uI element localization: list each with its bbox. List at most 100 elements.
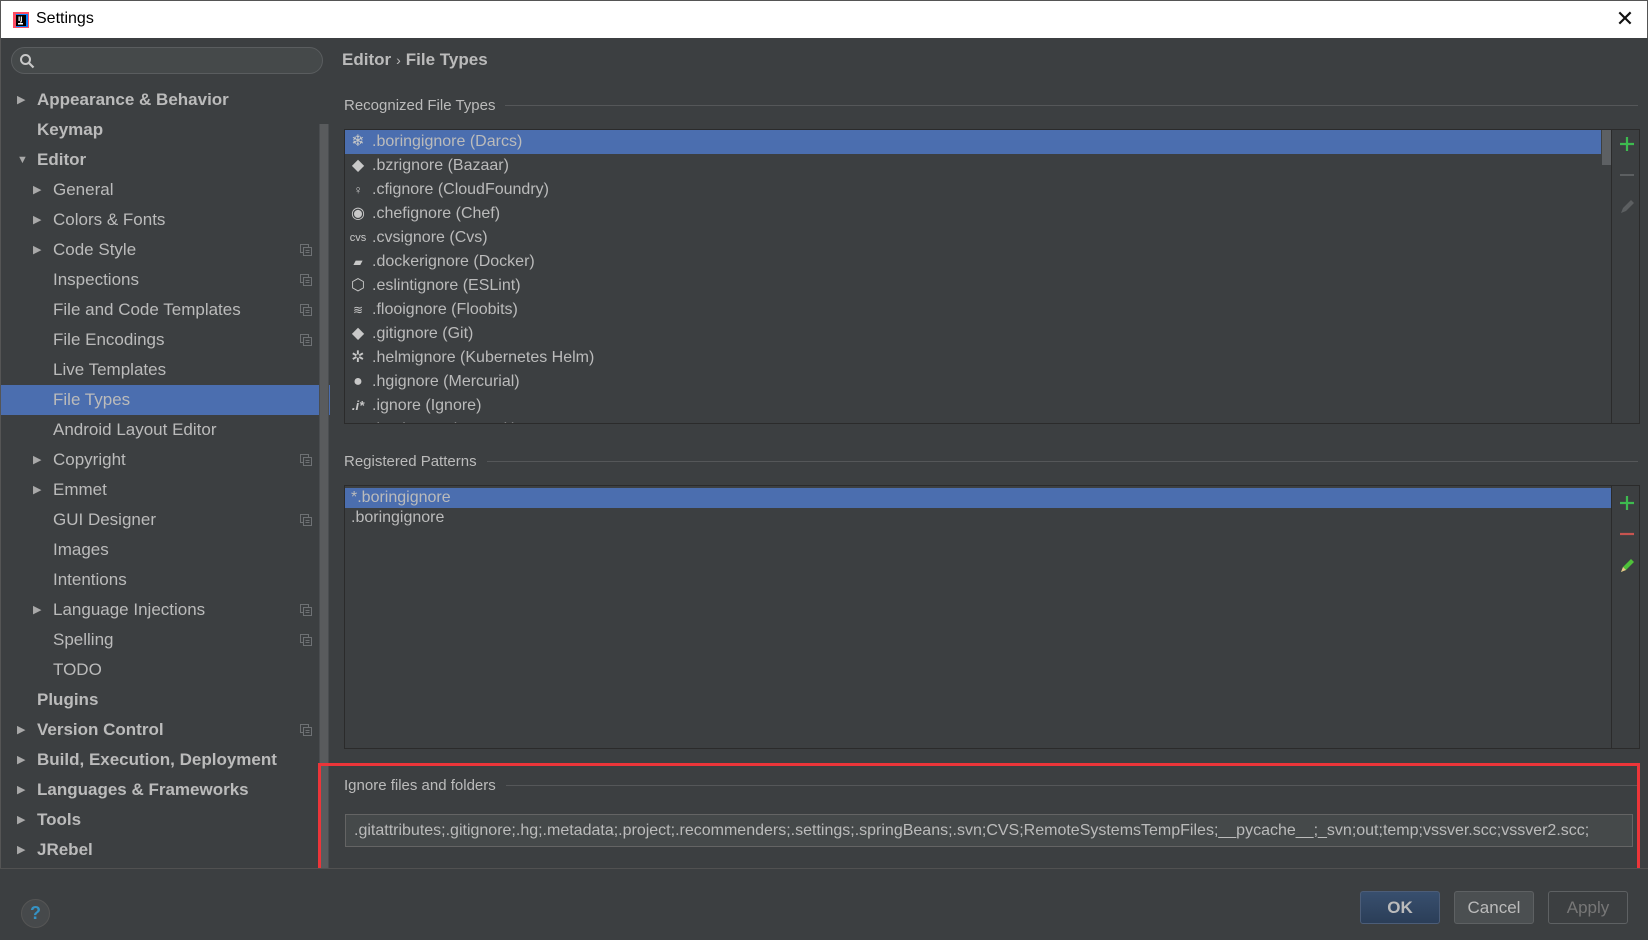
cancel-button[interactable]: Cancel [1454, 891, 1534, 924]
file-type-label: .gitignore (Git) [372, 325, 474, 342]
sidebar-item-gui-designer[interactable]: GUI Designer [1, 505, 331, 535]
registered-patterns-list[interactable]: *.boringignore .boringignore [344, 485, 1640, 749]
file-type-label: .hgignore (Mercurial) [372, 373, 520, 390]
file-type-row[interactable]: ◆ .gitignore (Git) [345, 322, 1601, 346]
sidebar-item-keymap[interactable]: Keymap [1, 115, 331, 145]
add-icon[interactable] [1618, 135, 1636, 153]
file-type-row[interactable]: ◆ .bzrignore (Bazaar) [345, 154, 1601, 178]
sidebar-item-jrebel[interactable]: ▶ JRebel [1, 835, 331, 865]
breadcrumb-separator: › [396, 52, 401, 68]
divider [505, 105, 1638, 106]
project-scope-icon [300, 334, 312, 346]
sidebar-item-intentions[interactable]: Intentions [1, 565, 331, 595]
git-icon: ◆ [351, 325, 365, 342]
title-bar: IJ Settings ✕ [0, 0, 1648, 38]
collapsed-arrow-icon[interactable]: ▶ [17, 745, 29, 775]
pattern-row[interactable]: *.boringignore [345, 488, 1611, 508]
file-type-row[interactable]: cvs .cvsignore (Cvs) [345, 226, 1601, 250]
file-type-row[interactable]: ♀ .cfignore (CloudFoundry) [345, 178, 1601, 202]
collapsed-arrow-icon[interactable]: ▶ [33, 445, 45, 475]
sidebar-item-label: Colors & Fonts [53, 210, 166, 229]
file-type-row[interactable]: ✲ .helmignore (Kubernetes Helm) [345, 346, 1601, 370]
file-type-row[interactable]: ≋ .flooignore (Floobits) [345, 298, 1601, 322]
sidebar-item-version-control[interactable]: ▶ Version Control [1, 715, 331, 745]
collapsed-arrow-icon[interactable]: ▶ [17, 805, 29, 835]
close-icon[interactable]: ✕ [1615, 8, 1635, 30]
collapsed-arrow-icon[interactable]: ▶ [33, 235, 45, 265]
file-type-row[interactable]: ▰ .dockerignore (Docker) [345, 250, 1601, 274]
sidebar-scrollbar[interactable] [319, 124, 329, 904]
collapsed-arrow-icon[interactable]: ▶ [17, 715, 29, 745]
collapsed-arrow-icon[interactable]: ▶ [33, 475, 45, 505]
help-button[interactable]: ? [21, 899, 50, 928]
collapsed-arrow-icon[interactable]: ▶ [17, 835, 29, 865]
sidebar-item-file-encodings[interactable]: File Encodings [1, 325, 331, 355]
file-type-label: .ignore (Ignore) [372, 397, 482, 414]
collapsed-arrow-icon[interactable]: ▶ [33, 595, 45, 625]
sidebar-item-label: General [53, 180, 114, 199]
collapsed-arrow-icon[interactable]: ▶ [33, 205, 45, 235]
sidebar-item-label: Build, Execution, Deployment [37, 750, 277, 769]
sidebar-item-images[interactable]: Images [1, 535, 331, 565]
sidebar-item-label: Copyright [53, 450, 126, 469]
search-field[interactable] [11, 47, 323, 74]
sidebar-item-general[interactable]: ▶ General [1, 175, 331, 205]
add-icon[interactable] [1618, 494, 1636, 512]
sidebar-item-live-templates[interactable]: Live Templates [1, 355, 331, 385]
remove-icon[interactable] [1618, 525, 1636, 543]
collapsed-arrow-icon[interactable]: ▶ [33, 175, 45, 205]
sidebar-item-file-and-code-templates[interactable]: File and Code Templates [1, 295, 331, 325]
file-type-row[interactable]: ❄ .boringignore (Darcs) [345, 130, 1601, 154]
sidebar-item-inspections[interactable]: Inspections [1, 265, 331, 295]
sidebar-item-appearance-behavior[interactable]: ▶ Appearance & Behavior [1, 85, 331, 115]
breadcrumb-parent[interactable]: Editor [342, 50, 391, 69]
file-type-row[interactable]: ⬡ .eslintignore (ESLint) [345, 274, 1601, 298]
cloudfoundry-icon: ♀ [353, 183, 363, 197]
file-type-row[interactable]: ◉ .chefignore (Chef) [345, 202, 1601, 226]
sidebar-item-languages-frameworks[interactable]: ▶ Languages & Frameworks [1, 775, 331, 805]
sidebar-item-colors-fonts[interactable]: ▶ Colors & Fonts [1, 205, 331, 235]
darcs-icon: ❄ [351, 133, 365, 150]
ignore-files-input[interactable] [345, 814, 1633, 847]
search-input[interactable] [42, 50, 312, 71]
sidebar-item-emmet[interactable]: ▶ Emmet [1, 475, 331, 505]
file-type-row[interactable]: ● .hgignore (Mercurial) [345, 370, 1601, 394]
sidebar-item-label: Languages & Frameworks [37, 780, 249, 799]
sidebar-scrollbar-thumb[interactable] [320, 124, 328, 904]
sidebar-item-label: Tools [37, 810, 82, 829]
file-type-label: .cvsignore (Cvs) [372, 229, 488, 246]
sidebar-item-language-injections[interactable]: ▶ Language Injections [1, 595, 331, 625]
registered-patterns-title: Registered Patterns [344, 453, 477, 470]
sidebar-item-android-layout-editor[interactable]: Android Layout Editor [1, 415, 331, 445]
sidebar-item-tools[interactable]: ▶ Tools [1, 805, 331, 835]
sidebar-item-plugins[interactable]: Plugins [1, 685, 331, 715]
floobits-icon: ≋ [352, 303, 364, 317]
ok-button[interactable]: OK [1360, 891, 1440, 924]
sidebar-item-label: Images [53, 540, 109, 559]
remove-icon[interactable] [1618, 166, 1636, 184]
sidebar-item-spelling[interactable]: Spelling [1, 625, 331, 655]
sidebar-item-todo[interactable]: TODO [1, 655, 331, 685]
ignore-files-header: Ignore files and folders [344, 777, 1638, 794]
edit-icon[interactable] [1618, 556, 1636, 574]
collapsed-arrow-icon[interactable]: ▶ [17, 85, 29, 115]
edit-icon[interactable] [1618, 197, 1636, 215]
collapsed-arrow-icon[interactable]: ▶ [17, 775, 29, 805]
cvs-icon: cvs [349, 232, 367, 244]
divider [486, 461, 1638, 462]
file-type-row[interactable]: ** .jpmignore (Jetpack) [345, 418, 1601, 423]
pattern-row[interactable]: .boringignore [345, 508, 1611, 528]
recognized-file-types-list[interactable]: ❄ .boringignore (Darcs) ◆ .bzrignore (Bazaa… [344, 129, 1640, 424]
file-type-label: .dockerignore (Docker) [372, 253, 535, 270]
sidebar-item-file-types[interactable]: File Types [1, 385, 331, 415]
file-type-label: .cfignore (CloudFoundry) [372, 181, 549, 198]
file-type-row[interactable]: .i* .ignore (Ignore) [345, 394, 1601, 418]
sidebar-item-label: Inspections [53, 270, 139, 289]
sidebar-item-editor[interactable]: ▼ Editor [1, 145, 331, 175]
sidebar-item-build-execution-deployment[interactable]: ▶ Build, Execution, Deployment [1, 745, 331, 775]
expanded-arrow-icon[interactable]: ▼ [17, 145, 29, 175]
sidebar-item-copyright[interactable]: ▶ Copyright [1, 445, 331, 475]
apply-button[interactable]: Apply [1548, 891, 1628, 924]
sidebar-item-code-style[interactable]: ▶ Code Style [1, 235, 331, 265]
breadcrumb: Editor › File Types [342, 50, 488, 70]
